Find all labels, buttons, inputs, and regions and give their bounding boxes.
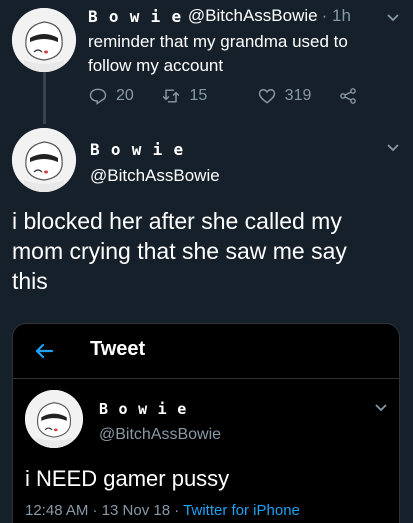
reply-button[interactable]: 20: [88, 86, 151, 106]
share-icon: [340, 88, 356, 104]
display-name[interactable]: B o w i e: [88, 7, 182, 26]
avatar-image: [12, 128, 76, 192]
tweet-text-line: i blocked her after she called my: [12, 208, 342, 234]
tweet-text-line: follow my account: [88, 56, 224, 75]
retweet-count: 15: [189, 87, 208, 104]
heart-icon: [258, 89, 275, 104]
header-title: Tweet: [90, 338, 146, 360]
tweet-metadata: 12:48 AM · 13 Nov 18 · Twitter for iPhon…: [25, 502, 300, 519]
handle[interactable]: @BitchAssBowie: [90, 166, 220, 186]
tweet-text-line: this: [12, 268, 48, 294]
handle[interactable]: @BitchAssBowie: [99, 426, 221, 444]
tweet-text: i blocked her after she called my mom cr…: [12, 206, 407, 296]
tweet-text-line: reminder that my grandma used to: [88, 32, 348, 51]
avatar-image: [25, 390, 83, 448]
handle[interactable]: @BitchAssBowie: [188, 6, 318, 26]
display-name[interactable]: B o w i e: [99, 400, 187, 418]
tweet-source-link[interactable]: Twitter for iPhone: [183, 502, 300, 519]
avatar[interactable]: [25, 390, 83, 448]
like-count: 319: [284, 87, 312, 104]
share-button[interactable]: [338, 86, 358, 106]
like-button[interactable]: 319: [257, 86, 338, 106]
retweet-icon: [163, 89, 180, 103]
thread-line: [43, 72, 46, 124]
header-divider: [13, 378, 399, 379]
avatar[interactable]: [12, 8, 76, 72]
reply-icon: [89, 88, 107, 105]
avatar-image: [12, 8, 76, 72]
back-arrow-icon[interactable]: [33, 340, 55, 362]
display-name[interactable]: B o w i e: [90, 140, 184, 159]
reply-count: 20: [116, 87, 134, 104]
reply-tweet-header: B o w i e @BitchAssBowie · 1h: [88, 6, 351, 26]
tweet-text: i NEED gamer pussy: [25, 466, 230, 491]
embedded-screenshot[interactable]: Tweet B o w i e @BitchAssBowie i NEED ga…: [12, 323, 400, 523]
chevron-down-icon[interactable]: [385, 140, 401, 156]
chevron-down-icon[interactable]: [373, 400, 389, 416]
tweet-timestamp[interactable]: 12:48 AM · 13 Nov 18 ·: [25, 502, 183, 519]
tweet-text-line: mom crying that she saw me say: [12, 238, 347, 264]
timestamp[interactable]: · 1h: [322, 6, 351, 26]
tweet-text: reminder that my grandma used to follow …: [88, 30, 348, 78]
retweet-button[interactable]: 15: [161, 86, 256, 106]
tweet-actions: 20 15 319: [88, 85, 358, 107]
avatar[interactable]: [12, 128, 76, 192]
chevron-down-icon[interactable]: [385, 10, 401, 26]
